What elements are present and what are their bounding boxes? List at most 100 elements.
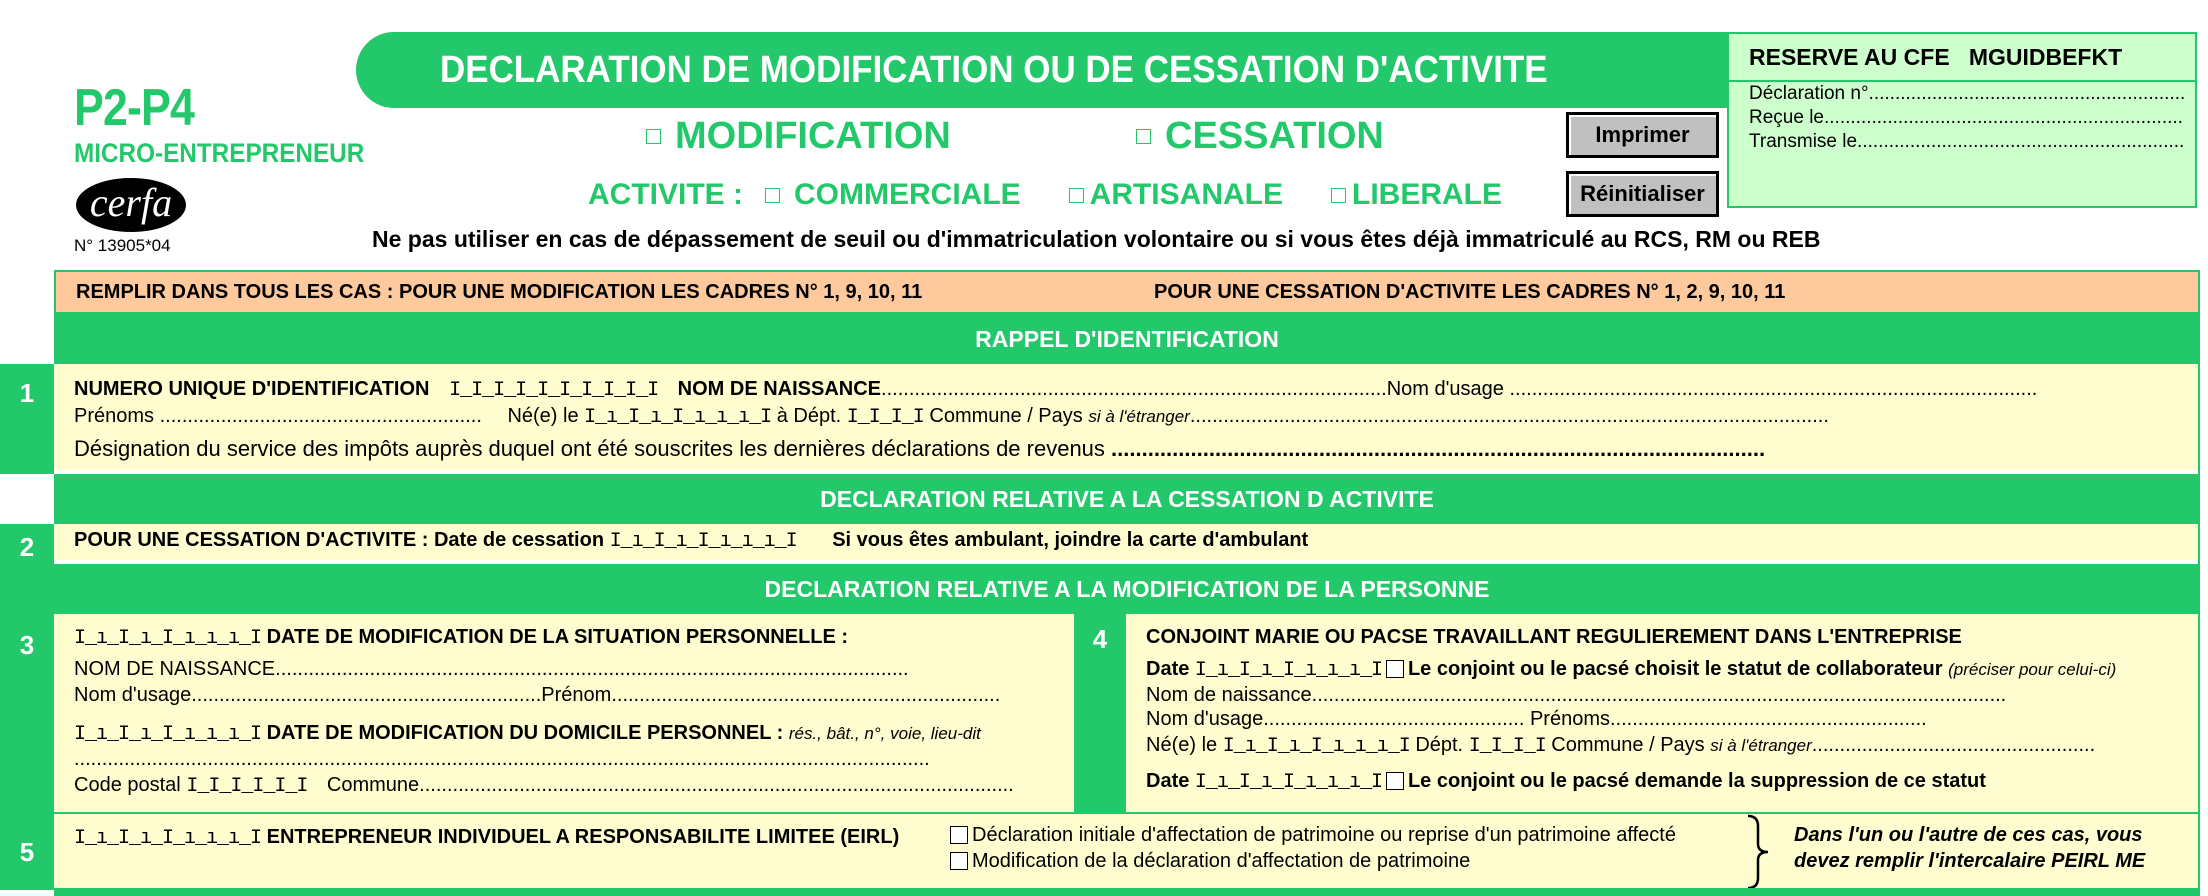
section-cessation: DECLARATION RELATIVE A LA CESSATION D AC…: [54, 474, 2200, 524]
print-button[interactable]: Imprimer: [1566, 112, 1719, 158]
siren-input[interactable]: I_I_I_I_I_I_I_I_I_I: [449, 379, 659, 402]
domicile-date-label: DATE DE MODIFICATION DU DOMICILE PERSONN…: [266, 722, 784, 744]
modification-checkbox[interactable]: [646, 129, 661, 144]
c4-commune-label: Commune / Pays: [1551, 734, 1705, 756]
nom-usage-input[interactable]: ........................................…: [1504, 378, 2037, 400]
ambulant-note: Si vous êtes ambulant, joindre la carte …: [832, 529, 1309, 551]
liberale-checkbox[interactable]: [1331, 187, 1346, 203]
c4-nom-usage-label: Nom d'usage: [1146, 708, 1264, 730]
eirl-note-line-2: devez remplir l'intercalaire PEIRL ME: [1794, 850, 2146, 872]
type-option-cessation[interactable]: CESSATION: [1136, 115, 1384, 158]
activite-option-artisanale[interactable]: ARTISANALE: [1068, 178, 1283, 212]
cessation-checkbox[interactable]: [1136, 129, 1151, 144]
eirl-note-line-1: Dans l'un ou l'autre de ces cas, vous: [1794, 824, 2143, 846]
c4-dept-input[interactable]: I_I_I_I: [1469, 735, 1547, 758]
c4-prenoms-label: Prénoms: [1529, 708, 1610, 730]
cessation-date-input[interactable]: I_ı_I_ı_I_ı_ı_ı_I: [610, 530, 798, 553]
form-title: DECLARATION DE MODIFICATION OU DE CESSAT…: [440, 49, 1548, 91]
c4-commune-input[interactable]: ........................................…: [1812, 734, 2095, 756]
eirl-date-input[interactable]: I_ı_I_ı_I_ı_ı_ı_I: [74, 827, 262, 850]
cadre-3-line-4: I_ı_I_ı_I_ı_ı_ı_I DATE DE MODIFICATION D…: [74, 722, 981, 746]
cfe-reserved-box: RESERVE AU CFE MGUIDBEFKT Déclaration n°…: [1727, 32, 2197, 208]
dept-input[interactable]: I_I_I_I: [847, 406, 925, 429]
c4-nom-usage-input[interactable]: ........................................…: [1263, 708, 1524, 730]
collab-checkbox[interactable]: [1385, 660, 1404, 678]
birth-date-input[interactable]: I_ı_I_ı_I_ı_ı_ı_I: [584, 406, 772, 429]
eirl-line: I_ı_I_ı_I_ı_ı_ı_I ENTREPRENEUR INDIVIDUE…: [74, 826, 899, 850]
c4-nom-naissance-input[interactable]: ........................................…: [1312, 684, 2007, 706]
dept-label: à Dépt.: [776, 405, 842, 427]
c3-commune-input[interactable]: ........................................…: [419, 774, 1014, 796]
cfe-received-date: Reçue le................................…: [1749, 107, 2184, 128]
c3-prenom-input[interactable]: ........................................…: [611, 684, 1000, 706]
eirl-option-1-checkbox[interactable]: [950, 826, 968, 844]
liberale-label: LIBERALE: [1352, 178, 1502, 211]
section-rappel-identification: RAPPEL D'IDENTIFICATION: [54, 314, 2200, 364]
cadre-5: I_ı_I_ı_I_ı_ı_ı_I ENTREPRENEUR INDIVIDUE…: [54, 814, 2200, 888]
eirl-option-2-checkbox[interactable]: [950, 852, 968, 870]
cadre-4-line-2: Date I_ı_I_ı_I_ı_ı_ı_I Le conjoint ou le …: [1146, 658, 2116, 682]
domicile-date-input[interactable]: I_ı_I_ı_I_ı_ı_ı_I: [74, 723, 262, 746]
birth-date-label: Né(e) le: [507, 405, 579, 427]
cadre-3-number: 3: [0, 566, 54, 814]
cessation-date-label: POUR UNE CESSATION D'ACTIVITE : Date de …: [74, 529, 605, 551]
conjoint-title: CONJOINT MARIE OU PACSE TRAVAILLANT REGU…: [1146, 626, 1962, 648]
cadre-2-number: 2: [0, 524, 54, 566]
usage-warning: Ne pas utiliser en cas de dépassement de…: [372, 226, 1821, 252]
suppr-date-label: Date: [1146, 770, 1190, 792]
cadre-4-number: 4: [1074, 614, 1126, 814]
reset-button[interactable]: Réinitialiser: [1566, 171, 1719, 217]
c4-nom-naissance-label: Nom de naissance: [1146, 684, 1312, 706]
eirl-option-1-label: Déclaration initiale d'affectation de pa…: [972, 824, 1676, 846]
c4-birth-input[interactable]: I_ı_I_ı_I_ı_ı_ı_I: [1223, 735, 1411, 758]
cadre-3-number-text: 3: [19, 630, 35, 660]
form-title-banner: DECLARATION DE MODIFICATION OU DE CESSAT…: [356, 32, 1728, 108]
c3-nom-naissance-input[interactable]: ........................................…: [275, 658, 908, 680]
cadre-3-line-5: ........................................…: [74, 748, 930, 771]
nom-naissance-input[interactable]: ........................................…: [881, 378, 1387, 400]
instructions-band: REMPLIR DANS TOUS LES CAS : POUR UNE MOD…: [54, 270, 2200, 314]
situation-date-input[interactable]: I_ı_I_ı_I_ı_ı_ı_I: [74, 627, 262, 650]
c3-nom-usage-input[interactable]: ........................................…: [191, 684, 541, 706]
cadre-4-line-4: Nom d'usage.............................…: [1146, 708, 1927, 731]
suppr-label: Le conjoint ou le pacsé demande la suppr…: [1407, 770, 1986, 792]
cadre-3-line-2: NOM DE NAISSANCE........................…: [74, 658, 909, 681]
suppr-date-input[interactable]: I_ı_I_ı_I_ı_ı_ı_I: [1195, 771, 1383, 794]
activite-options: ACTIVITE : COMMERCIALE ARTISANALE LIBERA…: [588, 178, 1502, 212]
artisanale-label: ARTISANALE: [1089, 178, 1283, 211]
cadre-4-line-6: Date I_ı_I_ı_I_ı_ı_ı_I Le conjoint ou le …: [1146, 770, 1986, 794]
cfe-transmitted-date: Transmise le............................…: [1749, 131, 2184, 152]
instructions-cessation: POUR UNE CESSATION D'ACTIVITE LES CADRES…: [1154, 281, 1786, 303]
foreign-hint: si à l'étranger: [1088, 407, 1190, 426]
eirl-label: ENTREPRENEUR INDIVIDUEL A RESPONSABILITE…: [266, 826, 900, 848]
c4-foreign-hint: si à l'étranger: [1710, 736, 1812, 755]
type-option-modification[interactable]: MODIFICATION: [646, 115, 951, 158]
c4-prenoms-input[interactable]: ........................................…: [1610, 708, 1927, 730]
commerciale-label: COMMERCIALE: [794, 178, 1021, 211]
prenoms-input[interactable]: ........................................…: [154, 405, 482, 427]
artisanale-checkbox[interactable]: [1068, 187, 1084, 203]
cadre-3: I_ı_I_ı_I_ı_ı_ı_I DATE DE MODIFICATION D…: [54, 614, 1074, 814]
activite-option-liberale[interactable]: LIBERALE: [1331, 178, 1502, 212]
form-code: P2-P4: [74, 79, 195, 137]
tax-office-input[interactable]: ........................................…: [1105, 436, 1765, 461]
commune-input[interactable]: ........................................…: [1190, 405, 1829, 427]
postal-code-input[interactable]: I_I_I_I_I_I: [186, 775, 308, 798]
collab-date-input[interactable]: I_ı_I_ı_I_ı_ı_ı_I: [1195, 659, 1383, 682]
modification-label: MODIFICATION: [675, 115, 951, 157]
address-input[interactable]: ........................................…: [74, 748, 930, 770]
form-subtitle: MICRO-ENTREPRENEUR: [74, 138, 365, 168]
commerciale-checkbox[interactable]: [765, 187, 780, 203]
eirl-option-1: Déclaration initiale d'affectation de pa…: [946, 824, 1676, 847]
cadre-2: POUR UNE CESSATION D'ACTIVITE : Date de …: [54, 524, 2200, 560]
cadre-1-line-3: Désignation du service des impôts auprès…: [74, 436, 1765, 462]
c3-nom-usage-label: Nom d'usage: [74, 684, 192, 706]
activite-option-commerciale[interactable]: COMMERCIALE: [765, 178, 1021, 212]
commune-label: Commune / Pays: [929, 405, 1083, 427]
cadre-3-line-1: I_ı_I_ı_I_ı_ı_ı_I DATE DE MODIFICATION D…: [74, 626, 848, 650]
activite-label: ACTIVITE :: [588, 178, 743, 211]
suppr-checkbox[interactable]: [1385, 772, 1404, 790]
cadre-1: NUMERO UNIQUE D'IDENTIFICATION I_I_I_I_I…: [54, 364, 2200, 470]
eirl-option-2: Modification de la déclaration d'affecta…: [946, 850, 1470, 873]
domicile-hint: rés., bât., n°, voie, lieu-dit: [788, 724, 981, 743]
